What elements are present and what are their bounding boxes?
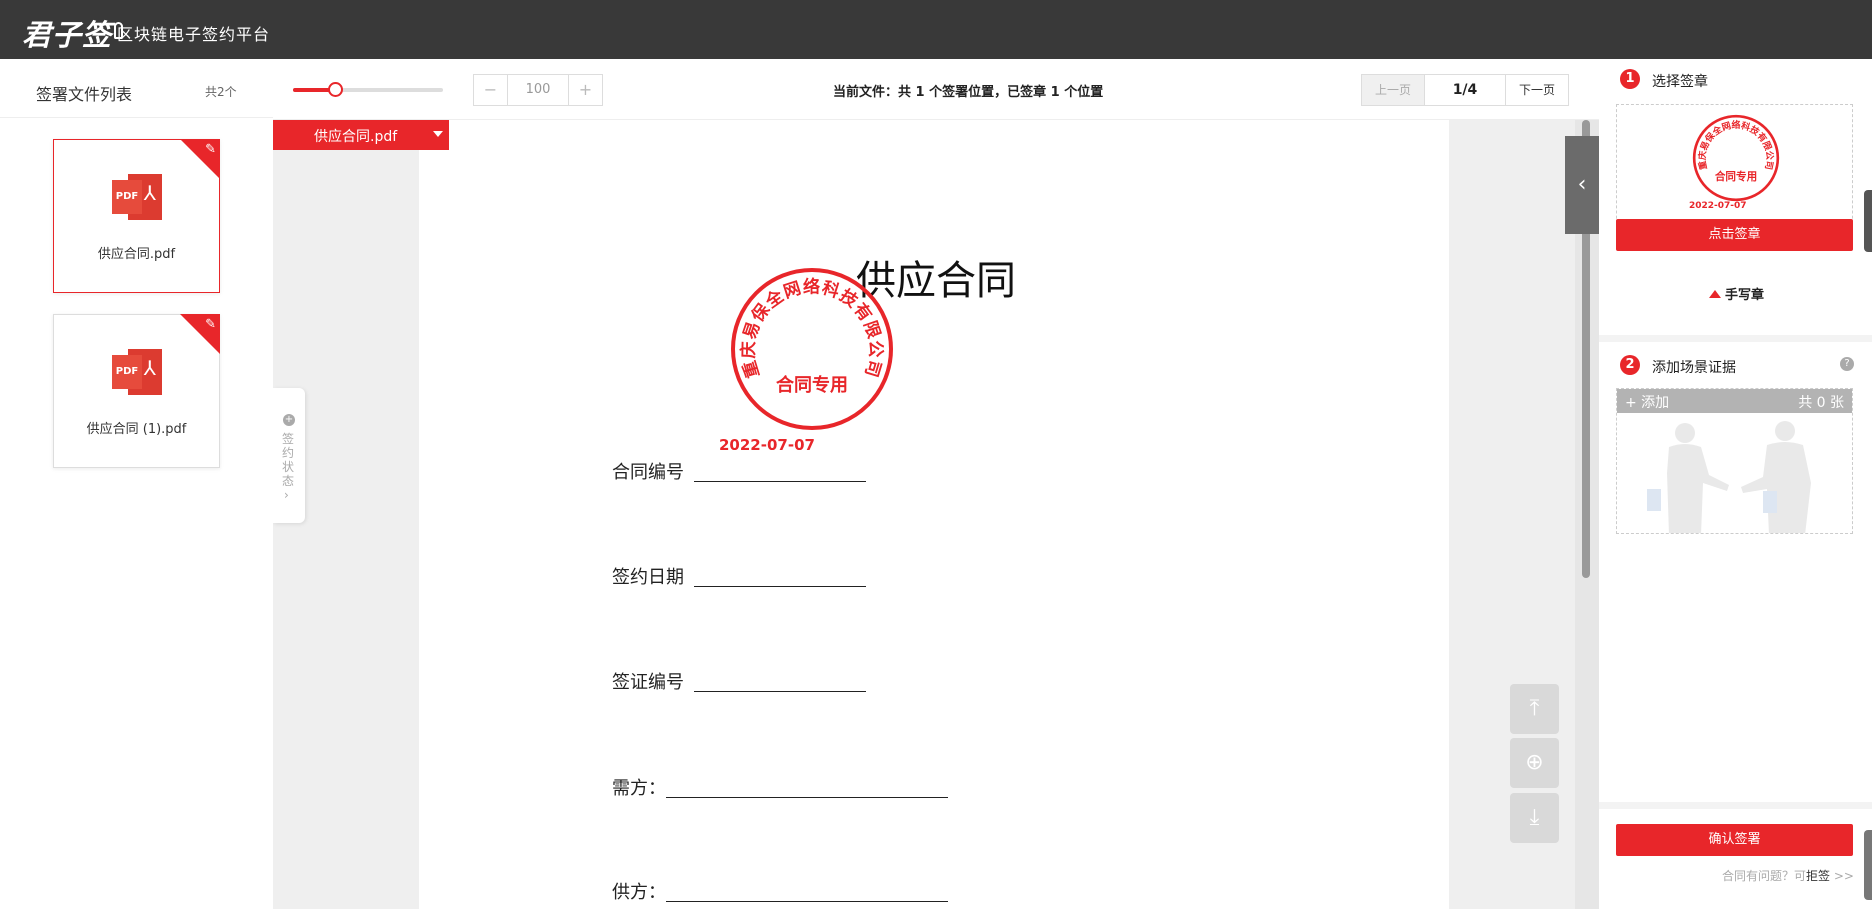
- file-list-panel: 签署文件列表 共2个 ✎ PDF ⅄ 供应合同.pdf ✎ PDF ⅄ 供应合同 (…: [0, 59, 273, 909]
- to-bottom-icon: ⤓: [1529, 805, 1540, 830]
- sign-panel: 1 选择签章 重庆易保全网络科技有限公司 合同专用 2022-07-07 点击签…: [1599, 59, 1872, 909]
- step-number: 2: [1620, 355, 1640, 375]
- pen-icon: ✎: [205, 317, 216, 332]
- pdf-file-icon: PDF ⅄: [112, 174, 162, 220]
- evidence-bar: + 添加 共 0 张: [1617, 389, 1852, 413]
- plus-circle-icon: +: [283, 414, 295, 426]
- next-page-button[interactable]: 下一页: [1506, 75, 1568, 105]
- current-file-tab[interactable]: 供应合同.pdf: [273, 120, 449, 150]
- sign-status-tab[interactable]: + 签约状态 ›: [273, 388, 305, 523]
- pager: 上一页 1/4 下一页: [1361, 74, 1569, 106]
- chevron-right-icon: ›: [284, 488, 289, 502]
- confirm-sign-button[interactable]: 确认签署: [1616, 824, 1853, 856]
- file-card[interactable]: ✎ PDF ⅄ 供应合同 (1).pdf: [53, 314, 220, 468]
- sign-date-field: 签约日期: [612, 563, 866, 589]
- vertical-scrollbar[interactable]: [1575, 120, 1599, 909]
- visa-number-field: 签证编号: [612, 668, 866, 694]
- app-header: 君子签 区块链电子签约平台: [0, 0, 1872, 59]
- handshake-illustration: [1647, 421, 1811, 533]
- page-indicator[interactable]: 1/4: [1424, 75, 1506, 105]
- add-evidence-button[interactable]: + 添加: [1625, 392, 1669, 412]
- chevron-left-icon: ‹: [1577, 172, 1587, 197]
- help-icon[interactable]: ?: [1840, 357, 1854, 371]
- pen-icon: ✎: [205, 142, 216, 157]
- step-title: 选择签章: [1652, 74, 1708, 90]
- scroll-to-top-button[interactable]: ⤒: [1510, 684, 1559, 734]
- collapse-panel-button[interactable]: ‹: [1565, 136, 1599, 234]
- sign-status-label: 签约状态: [282, 432, 295, 488]
- brand-logo[interactable]: 君子签: [22, 12, 124, 54]
- reject-link-row: 合同有问题？可拒签 >>: [1722, 869, 1854, 883]
- seal-preview-date: 2022-07-07: [1689, 201, 1747, 211]
- zoom-out-button[interactable]: −: [474, 75, 507, 105]
- zoom-stepper: − 100 +: [473, 74, 603, 106]
- confirm-section: 确认签署 合同有问题？可拒签 >>: [1599, 809, 1872, 909]
- company-seal[interactable]: 重庆易保全网络科技有限公司 合同专用: [727, 264, 897, 434]
- prev-page-button[interactable]: 上一页: [1362, 75, 1424, 105]
- reject-link[interactable]: 拒签: [1806, 869, 1830, 883]
- pdf-file-icon: PDF ⅄: [112, 349, 162, 395]
- file-list-title: 签署文件列表: [36, 85, 133, 104]
- locate-icon: ⊕: [1525, 750, 1544, 775]
- supplier-field: 供方：: [612, 878, 948, 904]
- evidence-upload-box[interactable]: + 添加 共 0 张: [1616, 388, 1853, 534]
- seal-label: 合同专用: [776, 374, 848, 396]
- select-seal-section: 1 选择签章 重庆易保全网络科技有限公司 合同专用 2022-07-07 点击签…: [1599, 59, 1872, 335]
- svg-text:合同专用: 合同专用: [1714, 170, 1757, 183]
- document-viewer: 供应合同 重庆易保全网络科技有限公司 合同专用 2022-07-07 合同编号 …: [273, 120, 1599, 909]
- current-file-status: 当前文件：共 1 个签署位置，已签章 1 个位置: [833, 85, 1104, 100]
- step-number: 1: [1620, 69, 1640, 89]
- file-list-count: 共2个: [205, 85, 237, 99]
- buyer-field: 需方：: [612, 774, 948, 800]
- seal-date: 2022-07-07: [719, 436, 815, 454]
- side-widget-handle[interactable]: [1864, 190, 1872, 252]
- caret-up-icon: [1709, 290, 1721, 298]
- platform-name: 区块链电子签约平台: [117, 25, 271, 44]
- file-name: 供应合同.pdf: [97, 247, 176, 262]
- side-widget-handle[interactable]: [1864, 830, 1872, 900]
- zoom-slider[interactable]: [293, 82, 443, 97]
- document-page: 供应合同 重庆易保全网络科技有限公司 合同专用 2022-07-07 合同编号 …: [419, 120, 1449, 909]
- scene-evidence-section: 2 添加场景证据 ? + 添加 共 0 张: [1599, 342, 1872, 802]
- file-name: 供应合同 (1).pdf: [86, 422, 187, 437]
- step-title: 添加场景证据: [1652, 360, 1736, 376]
- apply-seal-button[interactable]: 点击签章: [1616, 219, 1853, 251]
- contract-number-field: 合同编号: [612, 458, 866, 484]
- file-card[interactable]: ✎ PDF ⅄ 供应合同.pdf: [53, 139, 220, 293]
- evidence-count: 共 0 张: [1798, 395, 1844, 411]
- zoom-slider-handle[interactable]: [328, 82, 343, 97]
- to-top-icon: ⤒: [1529, 696, 1540, 721]
- file-list-header: 签署文件列表 共2个: [0, 59, 273, 118]
- seal-preview: 重庆易保全网络科技有限公司 合同专用: [1692, 114, 1780, 202]
- viewer-toolbar: − 100 + 当前文件：共 1 个签署位置，已签章 1 个位置 上一页 1/4…: [273, 59, 1599, 120]
- scroll-to-bottom-button[interactable]: ⤓: [1510, 793, 1559, 843]
- zoom-value[interactable]: 100: [507, 75, 569, 105]
- handwrite-seal-toggle[interactable]: 手写章: [1709, 284, 1764, 303]
- chevron-down-icon[interactable]: [433, 131, 443, 137]
- locate-signature-button[interactable]: ⊕: [1510, 738, 1559, 788]
- zoom-in-button[interactable]: +: [569, 75, 602, 105]
